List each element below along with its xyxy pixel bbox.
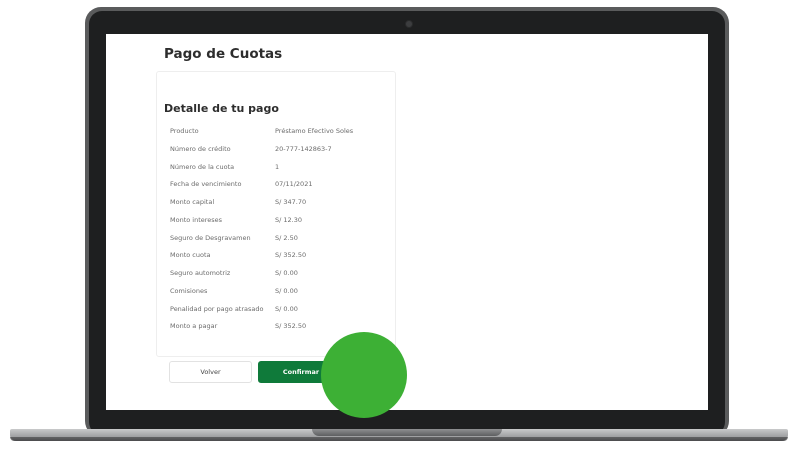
detail-label: Número de la cuota [170, 162, 235, 171]
back-button[interactable]: Volver [169, 361, 252, 383]
detail-value: Préstamo Efectivo Soles [275, 127, 354, 135]
detail-value: S/ 0.00 [275, 304, 298, 313]
detail-row-late-penalty: Penalidad por pago atrasado S/ 0.00 [170, 304, 390, 322]
detail-value: S/ 0.00 [275, 286, 298, 295]
detail-label: Monto a pagar [170, 322, 218, 331]
detail-label: Monto intereses [170, 215, 223, 224]
detail-label: Seguro automotriz [170, 269, 231, 277]
laptop-hinge-notch [312, 429, 502, 436]
page-title: Pago de Cuotas [164, 46, 283, 62]
detail-value: 1 [275, 162, 280, 171]
detail-label: Producto [170, 127, 199, 135]
touch-indicator [321, 332, 407, 418]
detail-value: S/ 2.50 [275, 233, 298, 242]
laptop-screen: Pago de Cuotas Detalle de tu pago Produc… [106, 34, 708, 410]
detail-row-interest: Monto intereses S/ 12.30 [170, 215, 390, 233]
detail-row-commissions: Comisiones S/ 0.00 [170, 286, 390, 304]
detail-row-due-date: Fecha de vencimiento 07/11/2021 [170, 179, 390, 197]
detail-row-installment-number: Número de la cuota 1 [170, 162, 390, 180]
detail-label: Comisiones [170, 286, 208, 295]
detail-value: 20-777-142863-7 [275, 144, 332, 153]
camera-icon [405, 20, 413, 28]
payment-detail-list: Producto Préstamo Efectivo Soles Número … [170, 126, 390, 339]
detail-row-auto-insurance: Seguro automotriz S/ 0.00 [170, 268, 390, 286]
detail-value: S/ 347.70 [275, 198, 307, 206]
detail-row-product: Producto Préstamo Efectivo Soles [170, 126, 390, 144]
detail-row-installment-amount: Monto cuota S/ 352.50 [170, 250, 390, 268]
laptop-base-edge [10, 437, 788, 441]
detail-value: S/ 352.50 [275, 251, 307, 260]
detail-label: Seguro de Desgravamen [170, 233, 251, 242]
detail-label: Penalidad por pago atrasado [170, 304, 264, 313]
detail-row-capital: Monto capital S/ 347.70 [170, 197, 390, 215]
section-title: Detalle de tu pago [164, 102, 279, 115]
detail-value: S/ 12.30 [275, 215, 302, 224]
detail-label: Monto cuota [170, 251, 211, 260]
detail-row-credit-number: Número de crédito 20-777-142863-7 [170, 144, 390, 162]
detail-value: S/ 352.50 [275, 322, 307, 331]
detail-value: S/ 0.00 [275, 269, 298, 277]
detail-row-insurance: Seguro de Desgravamen S/ 2.50 [170, 233, 390, 251]
detail-value: 07/11/2021 [275, 180, 313, 189]
detail-label: Monto capital [170, 198, 215, 206]
detail-label: Fecha de vencimiento [170, 180, 242, 189]
detail-label: Número de crédito [170, 144, 231, 153]
